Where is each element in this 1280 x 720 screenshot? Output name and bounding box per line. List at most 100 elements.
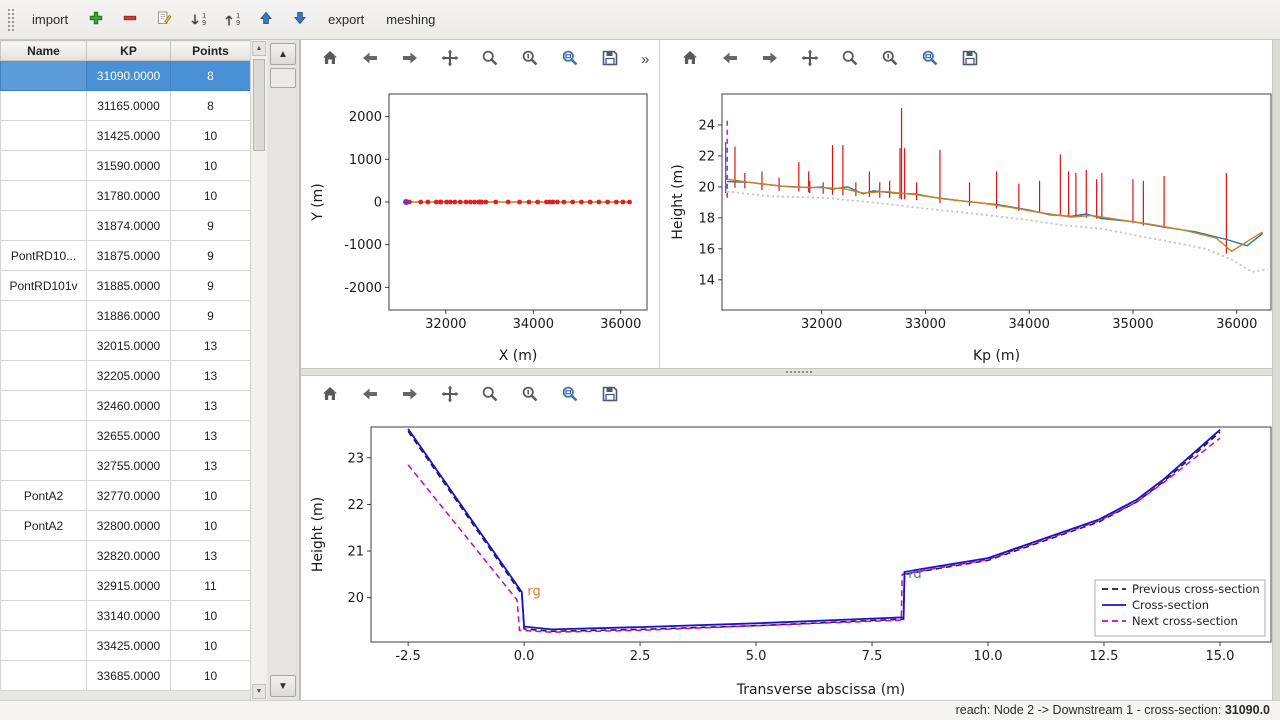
name-cell[interactable]: PontA2 xyxy=(1,481,87,511)
table-row[interactable]: 32915.000011 xyxy=(1,571,251,601)
name-cell[interactable]: PontRD10... xyxy=(1,241,87,271)
points-cell[interactable]: 13 xyxy=(171,421,251,451)
table-row[interactable]: 31590.000010 xyxy=(1,151,251,181)
points-cell[interactable]: 9 xyxy=(171,271,251,301)
name-cell[interactable] xyxy=(1,361,87,391)
zoom-mark-button[interactable] xyxy=(517,46,543,72)
kp-cell[interactable]: 32820.0000 xyxy=(87,541,171,571)
table-row[interactable]: 33140.000010 xyxy=(1,601,251,631)
kp-cell[interactable]: 33140.0000 xyxy=(87,601,171,631)
kp-cell[interactable]: 31885.0000 xyxy=(87,271,171,301)
kp-cell[interactable]: 33685.0000 xyxy=(87,661,171,691)
table-row[interactable]: 31425.000010 xyxy=(1,121,251,151)
name-cell[interactable] xyxy=(1,541,87,571)
sort-ascending-button[interactable]: 19 xyxy=(184,6,212,34)
points-cell[interactable]: 11 xyxy=(171,571,251,601)
points-cell[interactable]: 8 xyxy=(171,61,251,91)
kp-cell[interactable]: 32755.0000 xyxy=(87,451,171,481)
table-row[interactable]: 32205.000013 xyxy=(1,361,251,391)
name-cell[interactable] xyxy=(1,571,87,601)
home-button[interactable] xyxy=(317,382,343,408)
table-row[interactable]: 32655.000013 xyxy=(1,421,251,451)
points-cell[interactable]: 10 xyxy=(171,631,251,661)
column-header-name[interactable]: Name xyxy=(1,41,87,61)
kp-cell[interactable]: 32800.0000 xyxy=(87,511,171,541)
points-cell[interactable]: 13 xyxy=(171,451,251,481)
scroll-up-icon[interactable]: ▲ xyxy=(252,41,266,56)
table-row[interactable]: 32015.000013 xyxy=(1,331,251,361)
name-cell[interactable] xyxy=(1,151,87,181)
export-button[interactable]: export xyxy=(320,8,372,31)
kp-cell[interactable]: 31425.0000 xyxy=(87,121,171,151)
zoom-button[interactable] xyxy=(837,46,863,72)
name-cell[interactable] xyxy=(1,211,87,241)
kp-cell[interactable]: 31875.0000 xyxy=(87,241,171,271)
table-row[interactable]: 31165.00008 xyxy=(1,91,251,121)
kp-cell[interactable]: 32015.0000 xyxy=(87,331,171,361)
meshing-button[interactable]: meshing xyxy=(378,8,443,31)
kp-cell[interactable]: 33425.0000 xyxy=(87,631,171,661)
zoom-button[interactable] xyxy=(477,382,503,408)
table-row[interactable]: 32820.000013 xyxy=(1,541,251,571)
toolbar-grip[interactable] xyxy=(8,9,14,31)
pan-button[interactable] xyxy=(437,382,463,408)
points-cell[interactable]: 10 xyxy=(171,151,251,181)
points-cell[interactable]: 10 xyxy=(171,121,251,151)
table-row[interactable]: 31886.00009 xyxy=(1,301,251,331)
zoom-rect-button[interactable] xyxy=(917,46,943,72)
sort-descending-button[interactable]: 19 xyxy=(218,6,246,34)
kp-cell[interactable]: 31886.0000 xyxy=(87,301,171,331)
name-cell[interactable] xyxy=(1,121,87,151)
pane-scroll-up-button[interactable]: ▲ xyxy=(270,43,296,65)
name-cell[interactable] xyxy=(1,631,87,661)
points-cell[interactable]: 13 xyxy=(171,331,251,361)
cross-section-figure[interactable]: -2.50.02.55.07.510.012.515.020212223Tran… xyxy=(301,414,1273,702)
plan-view-figure[interactable]: 320003400036000200010000-1000-2000X (m)Y… xyxy=(301,78,659,368)
splitter-handle-icon[interactable] xyxy=(786,371,812,374)
name-cell[interactable] xyxy=(1,391,87,421)
name-cell[interactable] xyxy=(1,61,87,91)
points-cell[interactable]: 10 xyxy=(171,481,251,511)
kp-cell[interactable]: 32770.0000 xyxy=(87,481,171,511)
kp-cell[interactable]: 31590.0000 xyxy=(87,151,171,181)
save-button[interactable] xyxy=(597,46,623,72)
points-cell[interactable]: 10 xyxy=(171,601,251,631)
name-cell[interactable] xyxy=(1,301,87,331)
table-row[interactable]: 33685.000010 xyxy=(1,661,251,691)
table-row[interactable]: 33425.000010 xyxy=(1,631,251,661)
name-cell[interactable] xyxy=(1,661,87,691)
kp-cell[interactable]: 31780.0000 xyxy=(87,181,171,211)
forward-button[interactable] xyxy=(757,46,783,72)
table-row[interactable]: 31780.000010 xyxy=(1,181,251,211)
zoom-mark-button[interactable] xyxy=(877,46,903,72)
table-row[interactable]: PontA232770.000010 xyxy=(1,481,251,511)
pane-scroll-down-button[interactable]: ▼ xyxy=(270,675,296,697)
import-button[interactable]: import xyxy=(24,8,76,31)
points-cell[interactable]: 13 xyxy=(171,361,251,391)
name-cell[interactable] xyxy=(1,451,87,481)
home-button[interactable] xyxy=(317,46,343,72)
name-cell[interactable] xyxy=(1,181,87,211)
scroll-down-icon[interactable]: ▼ xyxy=(252,684,266,699)
toolbar-overflow-chevron[interactable]: » xyxy=(641,51,649,68)
edit-cross-section-button[interactable] xyxy=(150,6,178,34)
kp-cell[interactable]: 31874.0000 xyxy=(87,211,171,241)
forward-button[interactable] xyxy=(397,46,423,72)
points-cell[interactable]: 10 xyxy=(171,661,251,691)
kp-cell[interactable]: 32460.0000 xyxy=(87,391,171,421)
kp-cell[interactable]: 31090.0000 xyxy=(87,61,171,91)
points-cell[interactable]: 10 xyxy=(171,181,251,211)
table-scrollbar[interactable]: ▲ ▼ xyxy=(250,40,267,700)
zoom-mark-button[interactable] xyxy=(517,382,543,408)
table-row[interactable]: 31090.00008 xyxy=(1,61,251,91)
points-cell[interactable]: 8 xyxy=(171,91,251,121)
points-cell[interactable]: 9 xyxy=(171,301,251,331)
points-cell[interactable]: 13 xyxy=(171,541,251,571)
back-button[interactable] xyxy=(357,46,383,72)
save-button[interactable] xyxy=(957,46,983,72)
column-header-kp[interactable]: KP xyxy=(87,41,171,61)
zoom-button[interactable] xyxy=(477,46,503,72)
name-cell[interactable] xyxy=(1,91,87,121)
table-row[interactable]: PontRD101v31885.00009 xyxy=(1,271,251,301)
points-cell[interactable]: 13 xyxy=(171,391,251,421)
